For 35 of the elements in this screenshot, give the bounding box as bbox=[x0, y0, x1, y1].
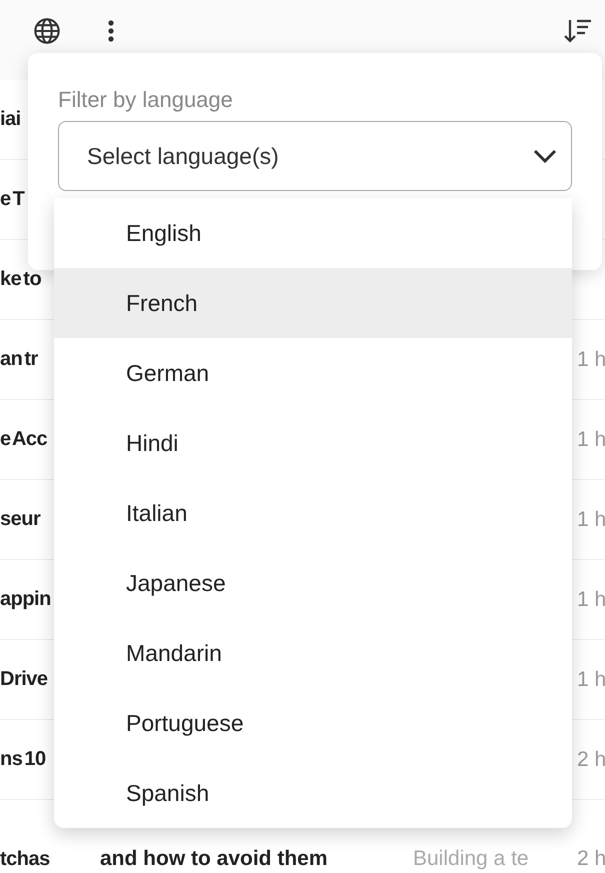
row-title: iai bbox=[0, 108, 22, 131]
filter-label: Filter by language bbox=[58, 87, 234, 113]
row-title: Drive bbox=[0, 668, 49, 691]
row-title: tchas bbox=[0, 848, 51, 871]
language-option[interactable]: Hindi bbox=[54, 408, 572, 478]
language-option[interactable]: Japanese bbox=[54, 548, 572, 618]
row-time: 1 h bbox=[577, 348, 605, 370]
language-option[interactable]: French bbox=[54, 268, 572, 338]
row-time: 2 h bbox=[577, 847, 605, 870]
row-time: 1 h bbox=[577, 428, 605, 450]
row-time: 1 h bbox=[577, 588, 605, 610]
row-title: e T bbox=[0, 188, 26, 211]
language-option[interactable]: Portuguese bbox=[54, 688, 572, 758]
language-option[interactable]: English bbox=[54, 198, 572, 268]
select-placeholder: Select language(s) bbox=[87, 142, 279, 170]
language-option[interactable]: Italian bbox=[54, 478, 572, 548]
row-time: 1 h bbox=[577, 668, 605, 690]
row-title: seur bbox=[0, 508, 42, 531]
row-snippet: Building a te bbox=[413, 847, 529, 870]
row-time: 1 h bbox=[577, 508, 605, 530]
language-option[interactable]: Spanish bbox=[54, 758, 572, 828]
row-title: an tr bbox=[0, 348, 39, 371]
language-option[interactable]: German bbox=[54, 338, 572, 408]
row-title: appin bbox=[0, 588, 52, 611]
more-icon bbox=[108, 20, 114, 42]
row-title: ke to bbox=[0, 268, 42, 291]
language-select[interactable]: Select language(s) bbox=[58, 121, 572, 191]
globe-icon bbox=[33, 17, 61, 45]
row-heading: and how to avoid them bbox=[100, 847, 328, 870]
row-title: e Acc bbox=[0, 428, 48, 451]
language-option[interactable]: Mandarin bbox=[54, 618, 572, 688]
chevron-down-icon bbox=[533, 149, 557, 163]
row-time: 2 h bbox=[577, 748, 605, 770]
row-title: ns 10 bbox=[0, 748, 47, 771]
sort-icon bbox=[564, 18, 592, 44]
